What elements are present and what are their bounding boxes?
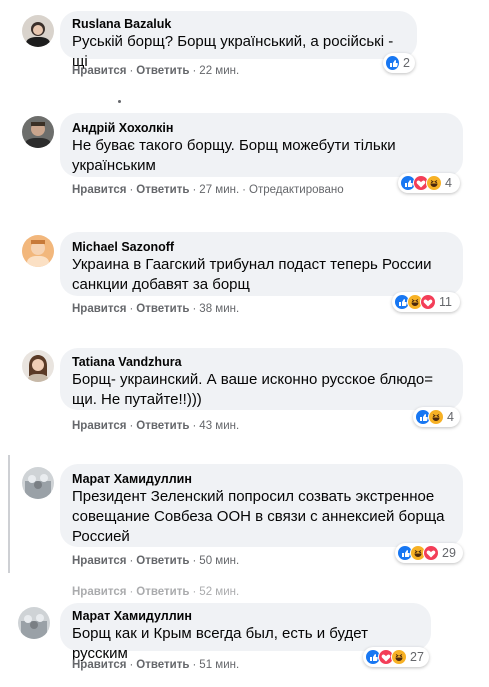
avatar[interactable] — [22, 350, 54, 382]
like-link[interactable]: Нравится — [72, 586, 126, 598]
thread-dot — [118, 100, 121, 103]
comment-bubble: Tatiana Vandzhura Борщ- украинский. А ва… — [60, 348, 463, 410]
comment-time[interactable]: 22 мин. — [199, 65, 239, 77]
comment-actions: Нравится · Ответить · 27 мин. · Отредактирован… — [72, 184, 344, 196]
comment-text: Президент Зеленский попросил созвать экс… — [72, 488, 445, 545]
comment-author[interactable]: Андрій Хохолкін — [72, 120, 451, 136]
reaction-count: 11 — [439, 295, 452, 309]
like-link[interactable]: Нравится — [72, 184, 126, 196]
edited-label[interactable]: Отредактировано — [249, 184, 344, 196]
avatar[interactable] — [22, 15, 54, 47]
reaction-count: 29 — [442, 546, 456, 560]
comment-bubble: Андрій Хохолкін Не буває такого борщу. Б… — [60, 113, 463, 177]
comment-bubble: Марат Хамидуллин Борщ как и Крым всегда … — [60, 603, 431, 662]
comment-time[interactable]: 51 мин. — [199, 659, 239, 671]
comment-author[interactable]: Ruslana Bazaluk — [72, 16, 405, 32]
reply-link[interactable]: Ответить — [136, 65, 189, 77]
comment-bubble: Ruslana Bazaluk Руській борщ? Борщ украї… — [60, 11, 417, 70]
comment-time[interactable]: 50 мин. — [199, 555, 239, 567]
comment-actions: Нравится · Ответить · 38 мин. — [72, 303, 240, 315]
reply-link[interactable]: Ответить — [136, 420, 189, 432]
comment-author[interactable]: Марат Хамидуллин — [72, 608, 419, 624]
comment-time[interactable]: 52 мин. — [199, 586, 239, 598]
haha-icon — [428, 409, 444, 425]
comment-text: Не буває такого борщу. Борщ можебути тіл… — [72, 137, 396, 174]
avatar[interactable] — [22, 467, 54, 499]
avatar[interactable] — [22, 116, 54, 148]
reply-link[interactable]: Ответить — [136, 659, 189, 671]
comment-text: Украина в Гаагский трибунал подаст тепер… — [72, 256, 432, 293]
reaction-summary[interactable]: 4 — [398, 173, 460, 193]
like-link[interactable]: Нравится — [72, 420, 126, 432]
reaction-count: 27 — [410, 650, 424, 664]
reply-link[interactable]: Ответить — [136, 586, 189, 598]
comment-actions: Нравится · Ответить · 50 мин. — [72, 555, 240, 567]
reply-link[interactable]: Ответить — [136, 184, 189, 196]
reply-link[interactable]: Ответить — [136, 303, 189, 315]
reaction-count: 4 — [445, 176, 452, 190]
like-link[interactable]: Нравится — [72, 659, 126, 671]
comment-actions: Нравится · Ответить · 51 мин. — [72, 659, 240, 671]
like-link[interactable]: Нравится — [72, 65, 126, 77]
love-icon — [420, 294, 436, 310]
reaction-summary[interactable]: 2 — [383, 53, 415, 73]
reaction-count: 2 — [403, 56, 410, 70]
comment-time[interactable]: 43 мин. — [199, 420, 239, 432]
avatar[interactable] — [18, 607, 50, 639]
love-icon — [423, 545, 439, 561]
like-icon — [385, 55, 401, 71]
reaction-summary[interactable]: 11 — [392, 292, 460, 312]
reply-link[interactable]: Ответить — [136, 555, 189, 567]
comment-actions-partial: Нравится · Ответить · 52 мин. — [72, 586, 240, 598]
avatar[interactable] — [22, 235, 54, 267]
comment-text: Борщ- украинский. А ваше исконно русское… — [72, 371, 434, 408]
reaction-count: 4 — [447, 410, 454, 424]
comment-bubble: Michael Sazonoff Украина в Гаагский триб… — [60, 232, 463, 296]
thread-line — [8, 455, 10, 573]
comment-time[interactable]: 27 мин. — [199, 184, 239, 196]
reaction-summary[interactable]: 29 — [395, 543, 463, 563]
comment-time[interactable]: 38 мин. — [199, 303, 239, 315]
haha-icon — [391, 649, 407, 665]
like-link[interactable]: Нравится — [72, 303, 126, 315]
comment-author[interactable]: Tatiana Vandzhura — [72, 354, 451, 370]
like-link[interactable]: Нравится — [72, 555, 126, 567]
reaction-summary[interactable]: 27 — [363, 647, 429, 667]
comment-author[interactable]: Марат Хамидуллин — [72, 471, 451, 487]
comment-actions: Нравится · Ответить · 22 мин. — [72, 65, 240, 77]
comment-bubble: Марат Хамидуллин Президент Зеленский поп… — [60, 464, 463, 547]
reaction-summary[interactable]: 4 — [413, 407, 460, 427]
haha-icon — [426, 175, 442, 191]
comment-author[interactable]: Michael Sazonoff — [72, 239, 451, 255]
comment-actions: Нравится · Ответить · 43 мин. — [72, 420, 240, 432]
